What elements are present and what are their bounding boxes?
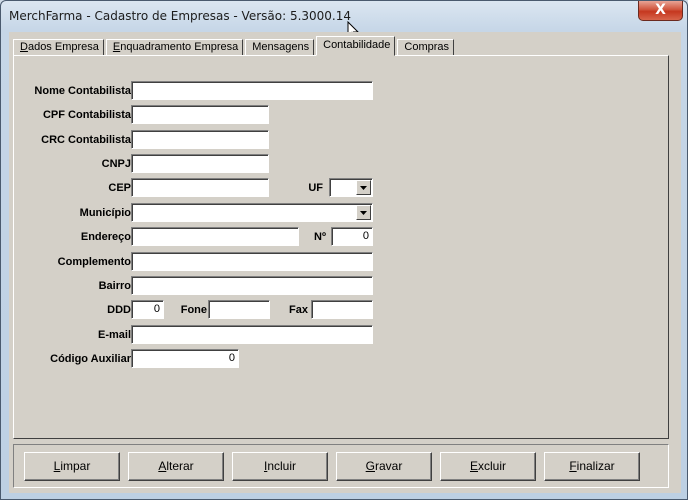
cnpj-input[interactable] [131,154,269,173]
limpar-button[interactable]: Limpar [24,452,120,481]
ddd-label: DDD [107,304,131,316]
chevron-down-icon [360,210,367,215]
excluir-button[interactable]: Excluir [440,452,536,481]
bairro-label: Bairro [98,280,131,292]
gravar-button[interactable]: Gravar [336,452,432,481]
app-window: MerchFarma - Cadastro de Empresas - Vers… [0,0,688,500]
municipio-select[interactable] [131,203,373,222]
client-area: Dados Empresa Enquadramento Empresa Mens… [9,32,681,493]
fone-input[interactable] [208,300,270,319]
nome-contabilista-input[interactable] [131,81,373,100]
cpf-contabilista-label: CPF Contabilista [42,109,131,121]
endereco-input[interactable] [131,227,299,246]
municipio-dropdown-button[interactable] [356,205,371,220]
endereco-label: Endereço [80,231,131,243]
bairro-input[interactable] [131,276,373,295]
tab-enquadramento-empresa[interactable]: Enquadramento Empresa [105,39,244,56]
chevron-down-icon [360,185,367,190]
numero-label: Nº [314,231,326,243]
cep-input[interactable] [131,178,269,197]
complemento-input[interactable] [131,252,373,271]
cnpj-label: CNPJ [101,158,131,170]
action-bar: Limpar Alterar Incluir Gravar Excluir Fi… [13,444,669,488]
fone-label: Fone [180,304,207,316]
uf-select[interactable] [329,178,373,197]
close-icon: X [655,2,666,18]
contabilidade-page: Nome Contabilista CPF Contabilista CRC C… [13,55,669,439]
tab-mensagens[interactable]: Mensagens [245,39,315,56]
uf-label: UF [308,182,323,194]
email-input[interactable] [131,325,373,344]
tab-compras[interactable]: Compras [397,39,455,56]
nome-contabilista-label: Nome Contabilista [34,85,131,97]
window-title: MerchFarma - Cadastro de Empresas - Vers… [9,9,352,23]
codigo-auxiliar-label: Código Auxiliar [50,353,131,365]
complemento-label: Complemento [57,256,131,268]
cpf-contabilista-input[interactable] [131,105,269,124]
fax-input[interactable] [311,300,373,319]
municipio-label: Município [79,207,131,219]
close-button[interactable]: X [638,1,683,21]
ddd-input[interactable]: 0 [131,300,164,319]
fax-label: Fax [289,304,308,316]
numero-input[interactable]: 0 [331,227,373,246]
tab-strip: Dados Empresa Enquadramento Empresa Mens… [13,36,456,56]
tab-contabilidade[interactable]: Contabilidade [316,36,396,56]
alterar-button[interactable]: Alterar [128,452,224,481]
codigo-auxiliar-input[interactable]: 0 [131,349,239,368]
incluir-button[interactable]: Incluir [232,452,328,481]
crc-contabilista-label: CRC Contabilista [41,134,131,146]
crc-contabilista-input[interactable] [131,130,269,149]
tab-dados-empresa[interactable]: Dados Empresa [13,39,104,56]
title-bar[interactable]: MerchFarma - Cadastro de Empresas - Vers… [1,1,687,33]
email-label: E-mail [97,329,131,341]
uf-dropdown-button[interactable] [356,180,371,195]
finalizar-button[interactable]: Finalizar [544,452,640,481]
cep-label: CEP [108,182,131,194]
